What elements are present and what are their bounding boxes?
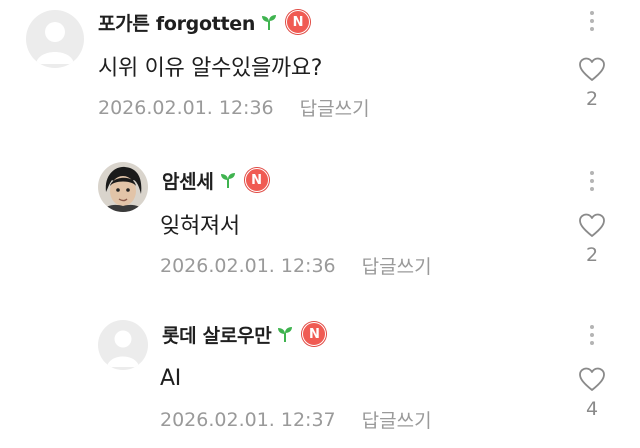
comment-item: 포가튼 forgotten N 시위 이유 알수있을까요? 2026.02.01…: [0, 0, 640, 130]
more-options-icon[interactable]: [580, 166, 604, 196]
reply-button[interactable]: 답글쓰기: [362, 406, 432, 433]
avatar[interactable]: [98, 162, 148, 212]
default-avatar-icon: [26, 10, 84, 68]
author-row: 롯데 살로우만 N: [162, 320, 327, 348]
avatar[interactable]: [98, 320, 148, 370]
more-options-icon[interactable]: [580, 320, 604, 350]
like-count: 4: [585, 398, 599, 420]
author-name[interactable]: 롯데 살로우만: [162, 321, 272, 348]
author-row: 포가튼 forgotten N: [98, 8, 311, 36]
avatar[interactable]: [26, 10, 84, 68]
reply-button[interactable]: 답글쓰기: [300, 94, 370, 121]
author-name[interactable]: 암센세: [162, 167, 214, 194]
author-name[interactable]: 포가튼 forgotten: [98, 9, 255, 36]
heart-icon[interactable]: [578, 366, 606, 392]
new-badge: N: [286, 10, 311, 34]
reply-item: 롯데 살로우만 N AI 2026.02.01. 12:37 답글쓰기 4: [0, 310, 640, 448]
comment-meta: 2026.02.01. 12:36 답글쓰기: [98, 94, 370, 121]
comment-meta: 2026.02.01. 12:36 답글쓰기: [160, 252, 432, 279]
sprout-icon: [278, 327, 293, 342]
comment-text: 잊혀져서: [160, 214, 240, 239]
comment-text: AI: [160, 366, 181, 391]
timestamp: 2026.02.01. 12:36: [98, 96, 274, 119]
like-count: 2: [585, 244, 599, 266]
reply-item: 암센세 N 잊혀져서 2026.02.01. 12:36 답글쓰기 2: [0, 150, 640, 290]
default-avatar-icon: [98, 320, 148, 370]
like-count: 2: [585, 88, 599, 110]
comment-meta: 2026.02.01. 12:37 답글쓰기: [160, 406, 432, 433]
profile-photo-icon: [98, 162, 148, 212]
heart-icon[interactable]: [578, 212, 606, 238]
sprout-icon: [220, 173, 235, 188]
heart-icon[interactable]: [578, 56, 606, 82]
sprout-icon: [262, 15, 277, 30]
more-options-icon[interactable]: [580, 6, 604, 36]
new-badge: N: [302, 322, 327, 346]
comment-text: 시위 이유 알수있을까요?: [98, 56, 323, 81]
timestamp: 2026.02.01. 12:37: [160, 408, 336, 431]
author-row: 암센세 N: [162, 166, 269, 194]
reply-button[interactable]: 답글쓰기: [362, 252, 432, 279]
new-badge: N: [244, 168, 269, 192]
timestamp: 2026.02.01. 12:36: [160, 254, 336, 277]
